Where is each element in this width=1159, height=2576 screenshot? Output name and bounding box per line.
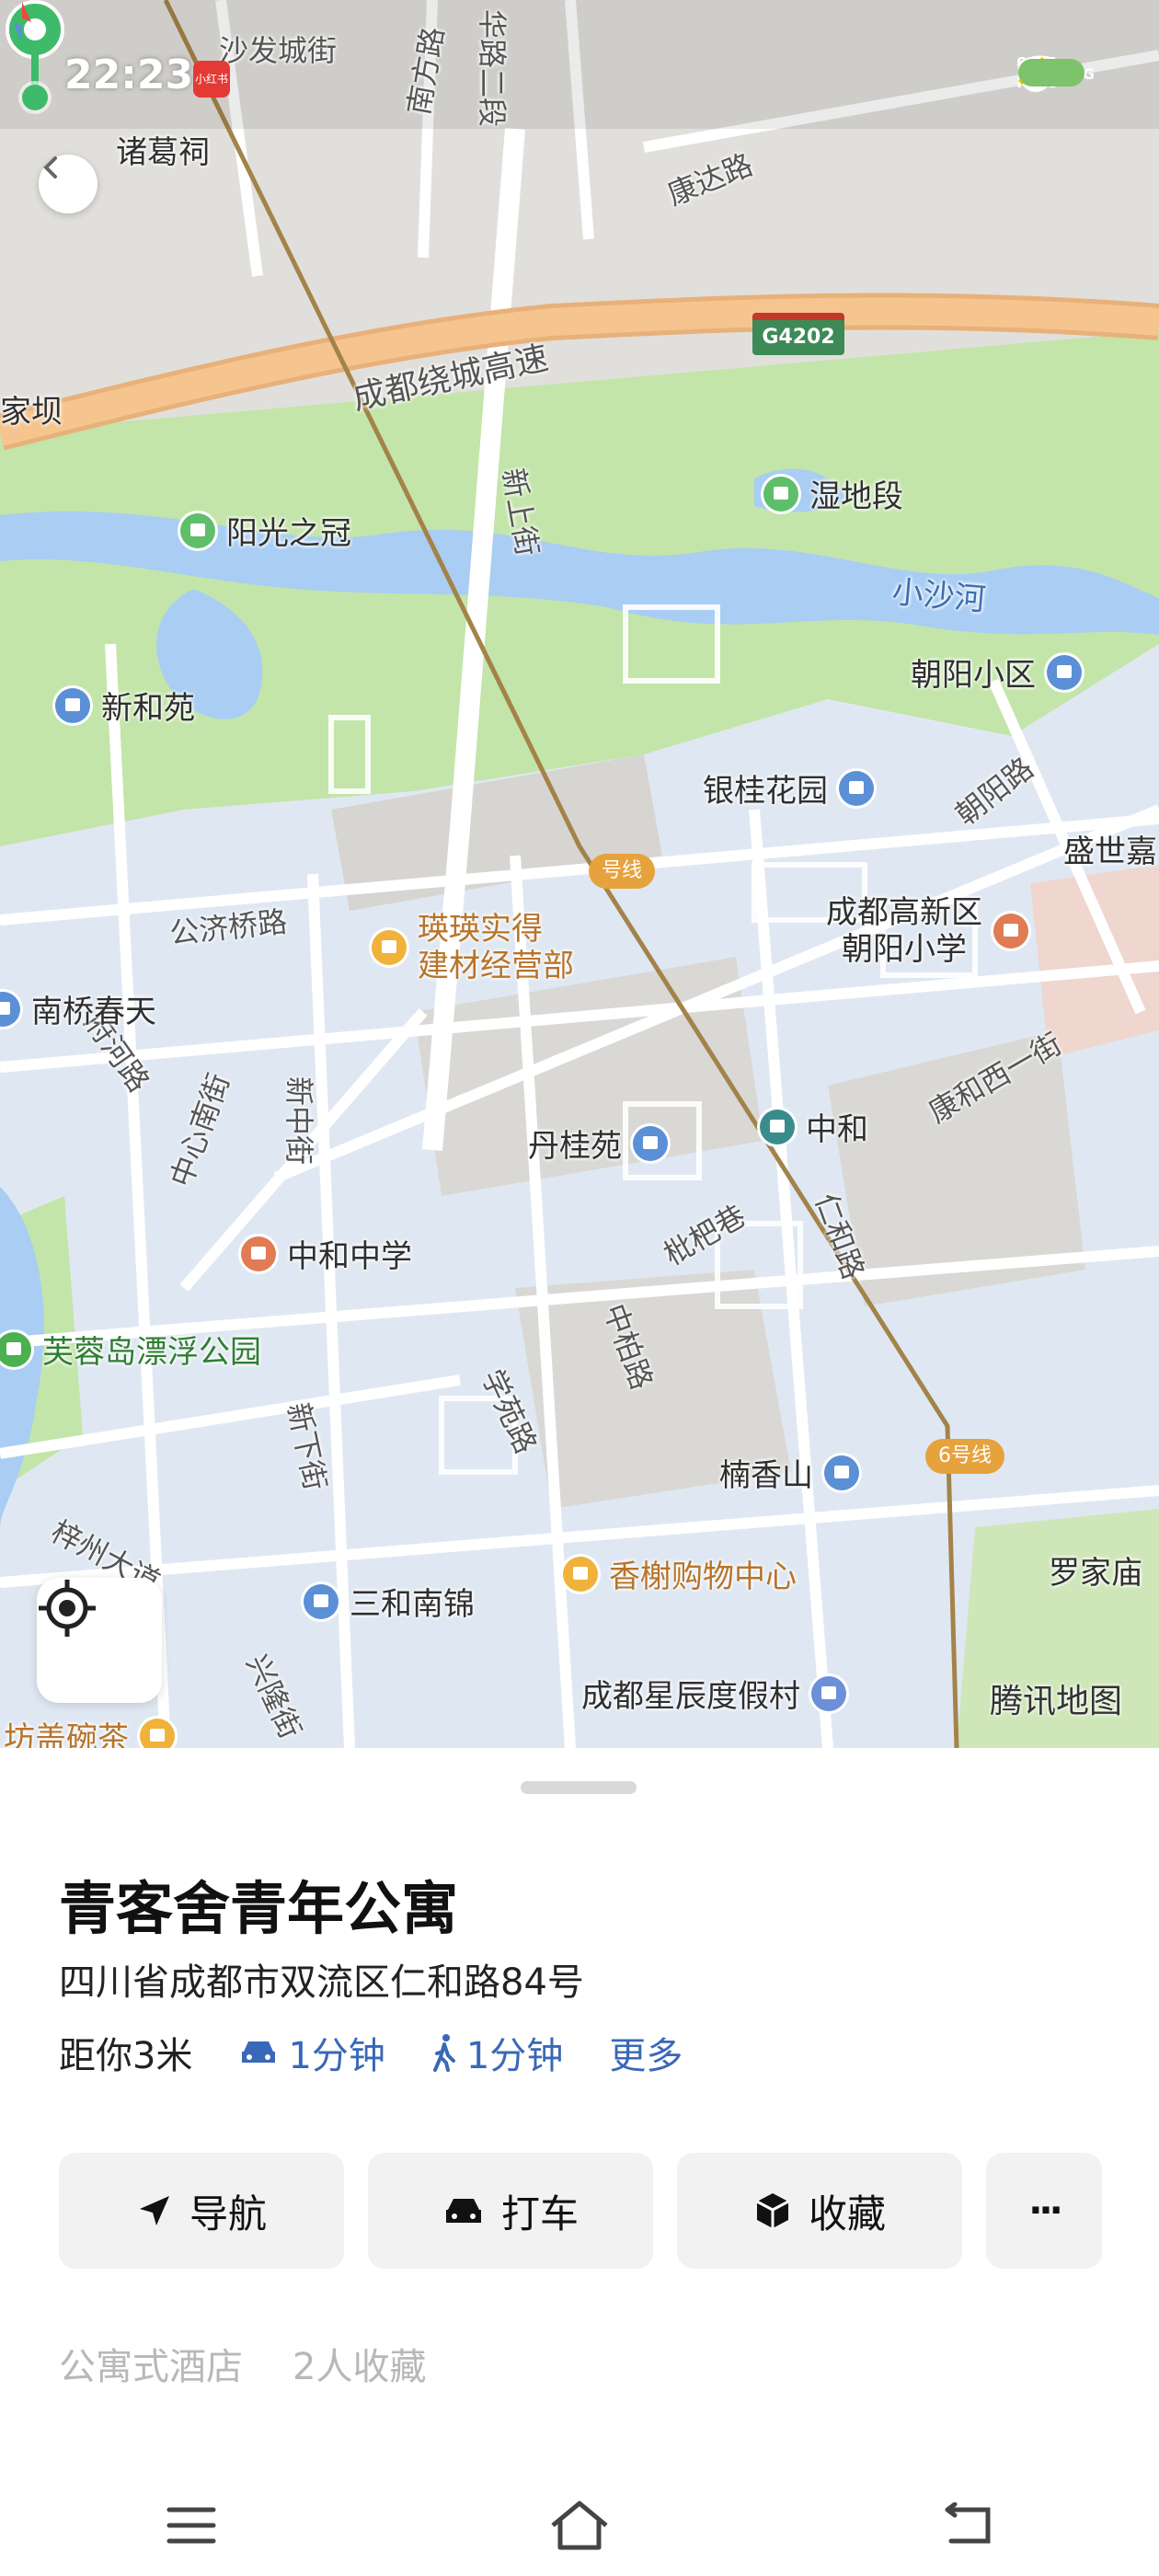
route-summary: 距你3米 1分钟 1分钟 更多 <box>59 2026 683 2079</box>
residence-icon <box>1047 654 1082 690</box>
place-detail-sheet[interactable]: 青客舍青年公寓 四川省成都市双流区仁和路84号 距你3米 1分钟 1分钟 更多 … <box>0 1748 1159 2576</box>
shop-icon <box>372 930 407 965</box>
poi-xinheyuan[interactable]: 新和苑 <box>55 683 195 728</box>
residence-icon <box>824 1455 859 1490</box>
place-label: 家坝 <box>0 394 63 431</box>
sheet-drag-handle[interactable] <box>521 1781 637 1794</box>
place-label: 盛世嘉 <box>1063 834 1157 870</box>
crosshair-icon <box>39 1580 96 1637</box>
drive-time[interactable]: 1分钟 <box>238 2026 385 2079</box>
map-canvas[interactable] <box>0 0 1159 1748</box>
cube-icon <box>756 2193 789 2228</box>
park-icon <box>180 512 215 548</box>
walk-icon <box>432 2034 455 2072</box>
residence-icon <box>0 991 20 1027</box>
poi-gaoxin-school[interactable]: 成都高新区 朝阳小学 <box>826 894 1028 968</box>
place-address: 四川省成都市双流区仁和路84号 <box>59 1961 584 2004</box>
place-label: 诸葛祠 <box>116 134 210 171</box>
residence-icon <box>55 687 90 723</box>
battery-icon <box>1017 59 1084 86</box>
chevron-left-icon <box>43 156 57 178</box>
navigation-arrow-icon <box>139 2196 169 2225</box>
favorites-count: 2人收藏 <box>293 2346 427 2388</box>
poi-fanggai[interactable]: 坊盖碗茶 <box>4 1713 175 1748</box>
ellipsis-icon: ··· <box>1028 2190 1063 2232</box>
action-bar: 导航 打车 收藏 ··· <box>59 2153 1102 2269</box>
highway-shield: G4202 <box>752 313 844 355</box>
poi-zhonghe-school[interactable]: 中和中学 <box>241 1231 412 1276</box>
poi-chaoyang-xq[interactable]: 朝阳小区 <box>911 650 1082 695</box>
river-label: 小沙河 <box>890 573 988 619</box>
map-brand-logo: 腾讯地图 <box>990 1683 1123 1720</box>
home-icon[interactable] <box>547 2498 612 2553</box>
taxi-button[interactable]: 打车 <box>368 2153 653 2269</box>
school-icon <box>241 1236 276 1271</box>
place-title: 青客舍青年公寓 <box>59 1875 459 1942</box>
back-nav-icon[interactable] <box>940 2502 995 2548</box>
more-actions-button[interactable]: ··· <box>986 2153 1102 2269</box>
metro-line-tag: 6号线 <box>925 1439 1004 1474</box>
poi-yingui[interactable]: 银桂花园 <box>703 765 874 811</box>
place-tags: 公寓式酒店 2人收藏 <box>59 2337 426 2390</box>
poi-danguiyuan[interactable]: 丹桂苑 <box>528 1121 668 1166</box>
poi-sanhe[interactable]: 三和南锦 <box>304 1579 475 1624</box>
more-link[interactable]: 更多 <box>609 2026 683 2079</box>
residence-icon <box>839 770 874 806</box>
hotel-icon <box>811 1675 846 1711</box>
residence-icon <box>304 1583 339 1619</box>
locate-me-button[interactable] <box>37 1578 162 1703</box>
place-label: 罗家庙 <box>1049 1555 1142 1592</box>
compass-icon[interactable] <box>0 0 44 44</box>
shop-icon <box>140 1718 175 1748</box>
distance-text: 距你3米 <box>59 2035 193 2077</box>
poi-xiangxie[interactable]: 香榭购物中心 <box>563 1551 797 1596</box>
favorite-button[interactable]: 收藏 <box>677 2153 962 2269</box>
status-time: 22:23 <box>64 52 194 98</box>
poi-furongdao[interactable]: 芙蓉岛漂浮公园 <box>0 1327 261 1372</box>
car-icon <box>242 2041 276 2063</box>
poi-yingying[interactable]: 瑛瑛实得 建材经营部 <box>372 911 574 984</box>
park-icon <box>763 476 798 512</box>
category-tag: 公寓式酒店 <box>59 2346 243 2388</box>
system-nav-bar <box>0 2475 1159 2576</box>
walk-time[interactable]: 1分钟 <box>431 2026 563 2079</box>
back-button[interactable] <box>39 155 98 213</box>
road-label: 新中街 <box>281 1076 316 1166</box>
status-bar: 22:23 小红书 94.1KB/s 5G <box>0 46 1159 110</box>
poi-nanxiangshan[interactable]: 楠香山 <box>719 1450 859 1495</box>
menu-icon[interactable] <box>164 2502 219 2548</box>
school-icon <box>993 914 1028 949</box>
shop-icon <box>563 1556 598 1592</box>
poi-nanqiao[interactable]: 南桥春天 <box>0 986 156 1031</box>
residence-icon <box>633 1125 668 1161</box>
poi-shididuan[interactable]: 湿地段 <box>763 471 903 516</box>
navigate-button[interactable]: 导航 <box>59 2153 344 2269</box>
map-view[interactable]: 沙发城街 南方路 华路二段 康达路 成都绕城高速 新上街 公济桥路 朝阳路 康和… <box>0 0 1159 1748</box>
poi-zhonghe-metro[interactable]: 中和 <box>760 1104 868 1149</box>
poi-yangguang[interactable]: 阳光之冠 <box>180 508 351 553</box>
metro-line-tag: 号线 <box>589 854 656 889</box>
app-notification-badge: 小红书 <box>193 61 230 98</box>
taxi-icon <box>445 2199 481 2223</box>
park-icon <box>0 1331 31 1367</box>
metro-station-icon <box>760 1109 795 1144</box>
poi-xingchen[interactable]: 成都星辰度假村 <box>581 1671 846 1716</box>
